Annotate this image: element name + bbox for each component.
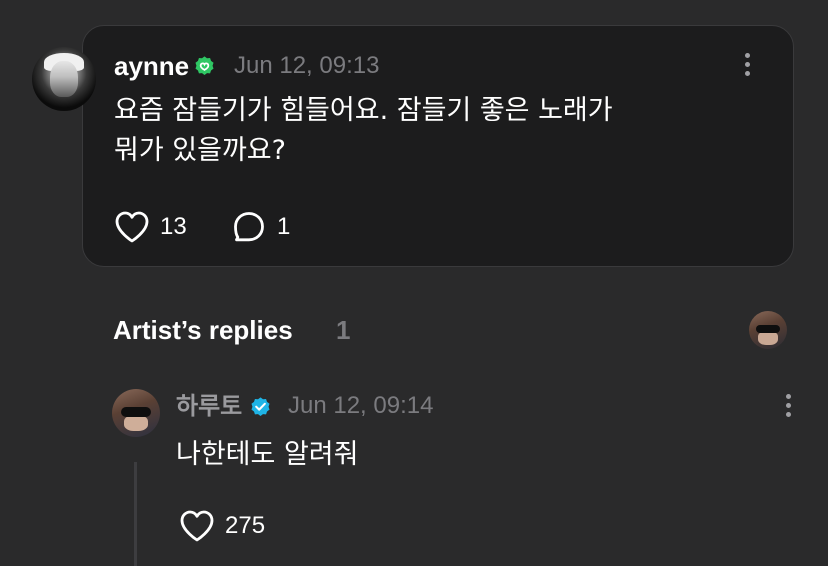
reply-like-heart-icon[interactable] [179,509,215,543]
verified-badge-icon [195,56,214,75]
reply-timestamp: Jun 12, 09:14 [288,392,434,419]
comment-bubble-icon[interactable] [232,210,266,244]
thread-connector-line [134,462,137,566]
reply-author-avatar[interactable] [112,389,160,437]
reply-body-text: 나한테도 알려줘 [176,439,359,470]
artist-verified-badge-icon [251,397,270,416]
post-comment-count: 1 [277,213,291,240]
post-like-count: 13 [160,213,187,240]
post-body-text: 요즘 잠들기가 힘들어요. 잠들기 좋은 노래가 뭐가 있을까요? [114,95,613,166]
like-heart-icon[interactable] [114,210,150,244]
post-detail-page: aynne Jun 12, 09:13 요즘 잠들기가 힘들어요. 잠들기 좋은… [0,0,828,566]
artist-avatar-small[interactable] [749,311,787,349]
post-author-avatar[interactable] [32,47,96,111]
artist-replies-heading: Artist’s replies [113,315,293,345]
reply-author-name[interactable]: 하루토 [176,390,242,422]
post-author-name[interactable]: aynne [114,50,189,82]
post-timestamp: Jun 12, 09:13 [234,52,380,79]
artist-replies-count: 1 [336,315,351,345]
reply-more-options-icon[interactable] [786,394,792,420]
post-more-options-icon[interactable] [745,53,751,79]
reply-like-count: 275 [225,512,266,539]
